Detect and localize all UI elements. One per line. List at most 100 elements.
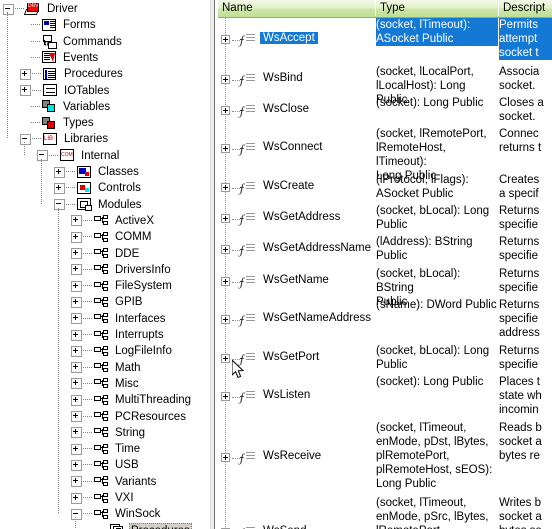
tree-item-driversinfo[interactable]: DriversInfo (71, 261, 173, 279)
tree-item-variables[interactable]: Variables (20, 98, 112, 116)
cell-name[interactable]: WsConnect (260, 141, 325, 153)
expand-toggle-icon[interactable] (71, 248, 82, 259)
expand-toggle-icon[interactable] (221, 106, 230, 115)
tree-item-label[interactable]: Events (61, 51, 100, 65)
cell-description[interactable]: Returns specifie address (499, 298, 552, 340)
tree-item-label[interactable]: Interrupts (113, 328, 166, 342)
tree-item-pcresources[interactable]: PCResources (71, 408, 188, 426)
tree-item-logfileinfo[interactable]: LogFileInfo (71, 342, 174, 360)
expand-toggle-icon[interactable] (71, 345, 82, 357)
expand-toggle-icon[interactable] (54, 182, 65, 194)
cell-name[interactable]: WsReceive (260, 450, 324, 462)
procedures-grid[interactable]: Name Type Descript ʃ WsAccept (socket, lTi… (218, 0, 552, 529)
tree-item-label[interactable]: WinSock (113, 507, 162, 521)
tree-item-filesystem[interactable]: FileSystem (71, 277, 174, 295)
expand-toggle-icon[interactable] (221, 353, 230, 363)
tree-item-label[interactable]: LogFileInfo (113, 344, 174, 358)
cell-description[interactable]: Returns specifie (499, 267, 552, 295)
cell-description[interactable]: Connec returns t (499, 127, 552, 155)
tree-item-multithreading[interactable]: MultiThreading (71, 391, 193, 409)
cell-type[interactable]: (socket, lTimeout): ASocket Public (376, 18, 498, 46)
cell-name[interactable]: WsGetAddressName (260, 242, 374, 254)
tree-item-internal[interactable]: Internal (37, 147, 121, 165)
expand-toggle-icon[interactable] (71, 215, 82, 227)
cell-type[interactable]: (socket, bLocal): Long Public (376, 204, 498, 232)
tree-item-label[interactable]: DDE (113, 247, 141, 261)
expand-toggle-icon[interactable] (71, 427, 82, 439)
cell-type[interactable]: (socket, lTimeout, enMode, pDst, lBytes, p… (376, 421, 498, 491)
tree-item-label[interactable]: GPIB (113, 295, 144, 309)
tree-item-label[interactable]: COMM (113, 230, 153, 244)
expand-toggle-icon[interactable] (71, 443, 82, 455)
expand-toggle-icon[interactable] (221, 183, 230, 192)
tree-item-label[interactable]: Driver (45, 2, 80, 16)
tree-item-label[interactable]: Math (113, 361, 143, 375)
cell-description[interactable]: Closes a socket. (499, 96, 552, 124)
cell-name[interactable]: WsCreate (260, 180, 317, 192)
expand-toggle-icon[interactable] (221, 452, 230, 462)
table-row[interactable]: ʃ WsBind (socket, lLocalPort, lLocalHost): … (218, 64, 552, 106)
tree-item-label[interactable]: Procedures (62, 67, 125, 81)
tree-item-types[interactable]: Types (20, 114, 96, 132)
expand-toggle-icon[interactable] (221, 276, 230, 286)
tree-item-label[interactable]: Variants (113, 475, 158, 489)
table-row[interactable]: ʃ WsGetNameAddress (sName): DWord Public Re… (218, 297, 552, 343)
cell-type[interactable]: (socket): Long Public (376, 96, 498, 110)
cell-name[interactable]: WsListen (260, 389, 313, 401)
splitter-bar[interactable] (210, 0, 215, 529)
tree-item-label[interactable]: USB (113, 458, 141, 472)
tree-item-label[interactable]: Internal (79, 149, 121, 163)
cell-type[interactable]: (sName): DWord Public (376, 298, 498, 312)
tree-item-misc[interactable]: Misc (71, 375, 141, 393)
tree-item-label[interactable]: Types (61, 116, 96, 130)
cell-name[interactable]: WsGetName (260, 274, 332, 286)
tree-item-procedures[interactable]: Procedures (88, 522, 192, 529)
tree-item-label[interactable]: Procedures (129, 522, 192, 529)
expand-toggle-icon[interactable] (221, 144, 230, 154)
table-row[interactable]: ʃ WsSend (socket, lTimeout,enMode, pSrc, l… (218, 495, 552, 529)
expand-toggle-icon[interactable] (71, 264, 82, 276)
tree-item-activex[interactable]: ActiveX (71, 212, 156, 230)
column-header-type[interactable]: Type (376, 0, 498, 17)
cell-type[interactable]: (socket, bLocal): Long Public (376, 344, 498, 372)
cell-type[interactable]: (lAddress): BString Public (376, 235, 498, 263)
tree-item-label[interactable]: FileSystem (113, 279, 174, 293)
expand-toggle-icon[interactable] (71, 280, 82, 292)
column-header-description[interactable]: Descript (499, 0, 552, 17)
pane-splitter[interactable] (205, 0, 218, 529)
tree-item-usb[interactable]: USB (71, 456, 141, 474)
cell-name[interactable]: WsGetNameAddress (260, 312, 374, 324)
expand-toggle-icon[interactable] (221, 74, 230, 84)
tree-item-label[interactable]: Controls (96, 181, 143, 195)
cell-description[interactable]: Permits attempt socket t (499, 18, 552, 60)
table-row[interactable]: ʃ WsClose (socket): Long Public Closes a soc… (218, 95, 552, 126)
table-row[interactable]: ʃ WsListen (socket): Long Public Places t st… (218, 374, 552, 420)
expand-toggle-icon[interactable] (71, 231, 82, 243)
tree-item-interfaces[interactable]: Interfaces (71, 310, 168, 328)
cell-description[interactable]: Creates a specif (499, 173, 552, 201)
tree-item-label[interactable]: Forms (61, 18, 98, 32)
tree-item-label[interactable]: Variables (61, 100, 112, 114)
tree-item-label[interactable]: Interfaces (113, 312, 168, 326)
cell-type[interactable]: (socket): Long Public (376, 375, 498, 389)
expand-toggle-icon[interactable] (20, 68, 31, 80)
tree-item-label[interactable]: Misc (113, 377, 141, 391)
expand-toggle-icon[interactable] (54, 166, 65, 178)
tree-item-dde[interactable]: DDE (71, 245, 141, 263)
expand-toggle-icon[interactable] (71, 313, 82, 325)
tree-item-commands[interactable]: Commands (20, 33, 124, 51)
cell-description[interactable]: Associa socket. (499, 65, 552, 93)
tree-item-procedures[interactable]: Procedures (20, 65, 125, 83)
table-row[interactable]: ʃ WsReceive (socket, lTimeout, enMode, pDst… (218, 420, 552, 495)
expand-toggle-icon[interactable] (221, 314, 230, 324)
tree-item-events[interactable]: Events (20, 49, 100, 67)
tree-item-label[interactable]: String (113, 426, 147, 440)
tree-item-iotables[interactable]: IOTables (20, 82, 111, 100)
cell-description[interactable]: Writes bsocket abytes se (499, 496, 552, 529)
tree-item-label[interactable]: ActiveX (113, 214, 156, 228)
cell-name[interactable]: WsGetPort (260, 351, 322, 363)
table-row[interactable]: ʃ WsGetAddressName (lAddress): BString Pub… (218, 234, 552, 265)
tree-item-forms[interactable]: Forms (20, 16, 98, 34)
tree-item-label[interactable]: VXI (113, 491, 136, 505)
expand-toggle-icon[interactable] (71, 492, 82, 504)
